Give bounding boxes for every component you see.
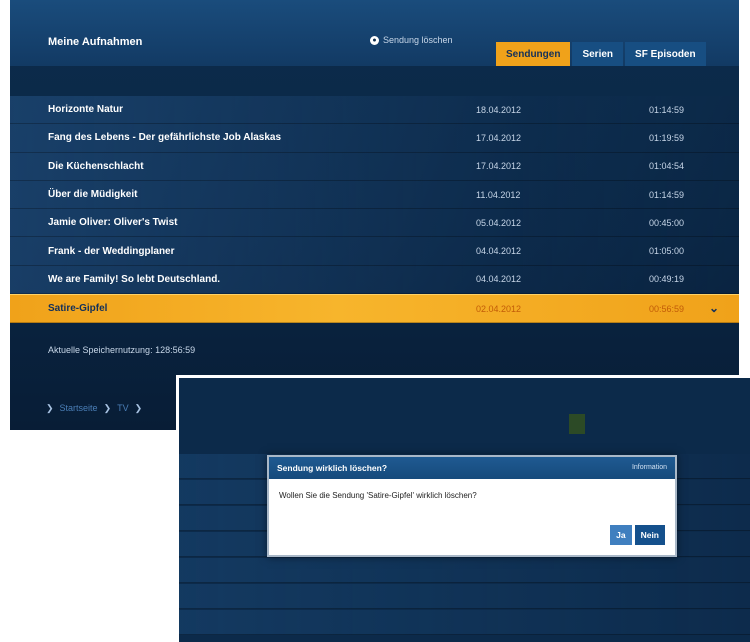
- recording-row[interactable]: Die Küchenschlacht 17.04.2012 01:04:54: [10, 152, 739, 181]
- dimmed-tab: [605, 414, 621, 434]
- delete-recording-action[interactable]: ● Sendung löschen: [370, 35, 453, 45]
- tab-serien[interactable]: Serien: [572, 42, 624, 66]
- breadcrumb-startseite[interactable]: Startseite: [60, 403, 98, 414]
- recording-row[interactable]: Über die Müdigkeit 11.04.2012 01:14:59: [10, 180, 739, 210]
- recording-title: We are Family! So lebt Deutschland.: [48, 273, 221, 285]
- recording-title: Über die Müdigkeit: [48, 189, 138, 201]
- recording-title: Fang des Lebens - Der gefährlichste Job …: [48, 132, 282, 144]
- recording-row[interactable]: Fang des Lebens - Der gefährlichste Job …: [10, 124, 739, 153]
- recording-date: 11.04.2012: [476, 189, 521, 200]
- tab-sendungen[interactable]: Sendungen: [496, 42, 571, 66]
- dimmed-tab: [569, 414, 585, 434]
- no-button[interactable]: Nein: [634, 525, 665, 545]
- breadcrumb-tv[interactable]: TV: [117, 403, 129, 414]
- circle-bullet-icon: ●: [370, 35, 379, 45]
- recording-duration: 01:14:59: [649, 104, 685, 115]
- recording-duration: 01:14:59: [649, 189, 685, 200]
- delete-confirmation-screen: Sendung wirklich löschen? Information Wo…: [176, 375, 750, 642]
- recording-date: 04.04.2012: [476, 246, 522, 257]
- dialog-info-label: Information: [631, 464, 667, 471]
- dimmed-row: [179, 610, 750, 635]
- chevron-right-icon: ❯: [134, 403, 143, 413]
- recording-title: Die Küchenschlacht: [48, 160, 144, 172]
- delete-recording-label: Sendung löschen: [383, 35, 453, 45]
- chevron-right-icon: ❯: [46, 403, 54, 413]
- recording-title: Satire-Gipfel: [48, 303, 108, 315]
- recording-title: Frank - der Weddingplaner: [48, 245, 175, 257]
- breadcrumb: ❯ Startseite ❯ TV ❯: [46, 403, 142, 414]
- recording-row[interactable]: Jamie Oliver: Oliver's Twist 05.04.2012 …: [10, 209, 739, 238]
- recording-duration: 00:49:19: [649, 274, 685, 285]
- yes-button[interactable]: Ja: [610, 525, 632, 545]
- confirm-delete-dialog: Sendung wirklich löschen? Information Wo…: [267, 455, 677, 557]
- dialog-header: Sendung wirklich löschen? Information: [269, 457, 675, 479]
- dimmed-row: [179, 558, 750, 583]
- dimmed-tab-bar: [569, 414, 621, 434]
- dimmed-row: [179, 584, 750, 609]
- page-title: Meine Aufnahmen: [48, 36, 143, 48]
- recording-date: 18.04.2012: [476, 104, 522, 115]
- recording-date: 05.04.2012: [476, 217, 522, 228]
- recording-date: 02.04.2012: [476, 303, 522, 314]
- recordings-screen: Meine Aufnahmen ● Sendung löschen Sendun…: [10, 0, 739, 430]
- chevron-down-icon[interactable]: ⌄: [709, 301, 719, 315]
- recording-row[interactable]: Horizonte Natur 18.04.2012 01:14:59: [10, 96, 739, 125]
- recording-row-selected[interactable]: Satire-Gipfel 02.04.2012 00:56:59 ⌄: [10, 294, 739, 324]
- dialog-title: Sendung wirklich löschen?: [277, 463, 388, 473]
- recording-row[interactable]: We are Family! So lebt Deutschland. 04.0…: [10, 265, 739, 295]
- recording-duration: 00:56:59: [649, 303, 685, 314]
- recording-row[interactable]: Frank - der Weddingplaner 04.04.2012 01:…: [10, 237, 739, 266]
- dimmed-tab: [587, 414, 603, 434]
- dialog-buttons: Ja Nein: [610, 525, 665, 545]
- storage-usage: Aktuelle Speichernutzung: 128:56:59: [48, 345, 196, 355]
- recordings-list: Horizonte Natur 18.04.2012 01:14:59 Fang…: [10, 96, 739, 324]
- recording-date: 17.04.2012: [476, 132, 522, 143]
- recording-title: Horizonte Natur: [48, 104, 123, 116]
- recording-duration: 00:45:00: [649, 217, 685, 228]
- recording-duration: 01:04:54: [649, 161, 685, 172]
- recording-date: 17.04.2012: [476, 161, 522, 172]
- recording-date: 04.04.2012: [476, 274, 522, 285]
- tab-bar: Sendungen Serien SF Episoden: [496, 42, 706, 66]
- recording-duration: 01:19:59: [649, 132, 685, 143]
- chevron-right-icon: ❯: [103, 403, 112, 413]
- recording-duration: 01:05:00: [649, 246, 685, 257]
- dialog-message: Wollen Sie die Sendung 'Satire-Gipfel' w…: [279, 491, 477, 500]
- tab-sf-episoden[interactable]: SF Episoden: [625, 42, 706, 66]
- recording-title: Jamie Oliver: Oliver's Twist: [48, 217, 178, 229]
